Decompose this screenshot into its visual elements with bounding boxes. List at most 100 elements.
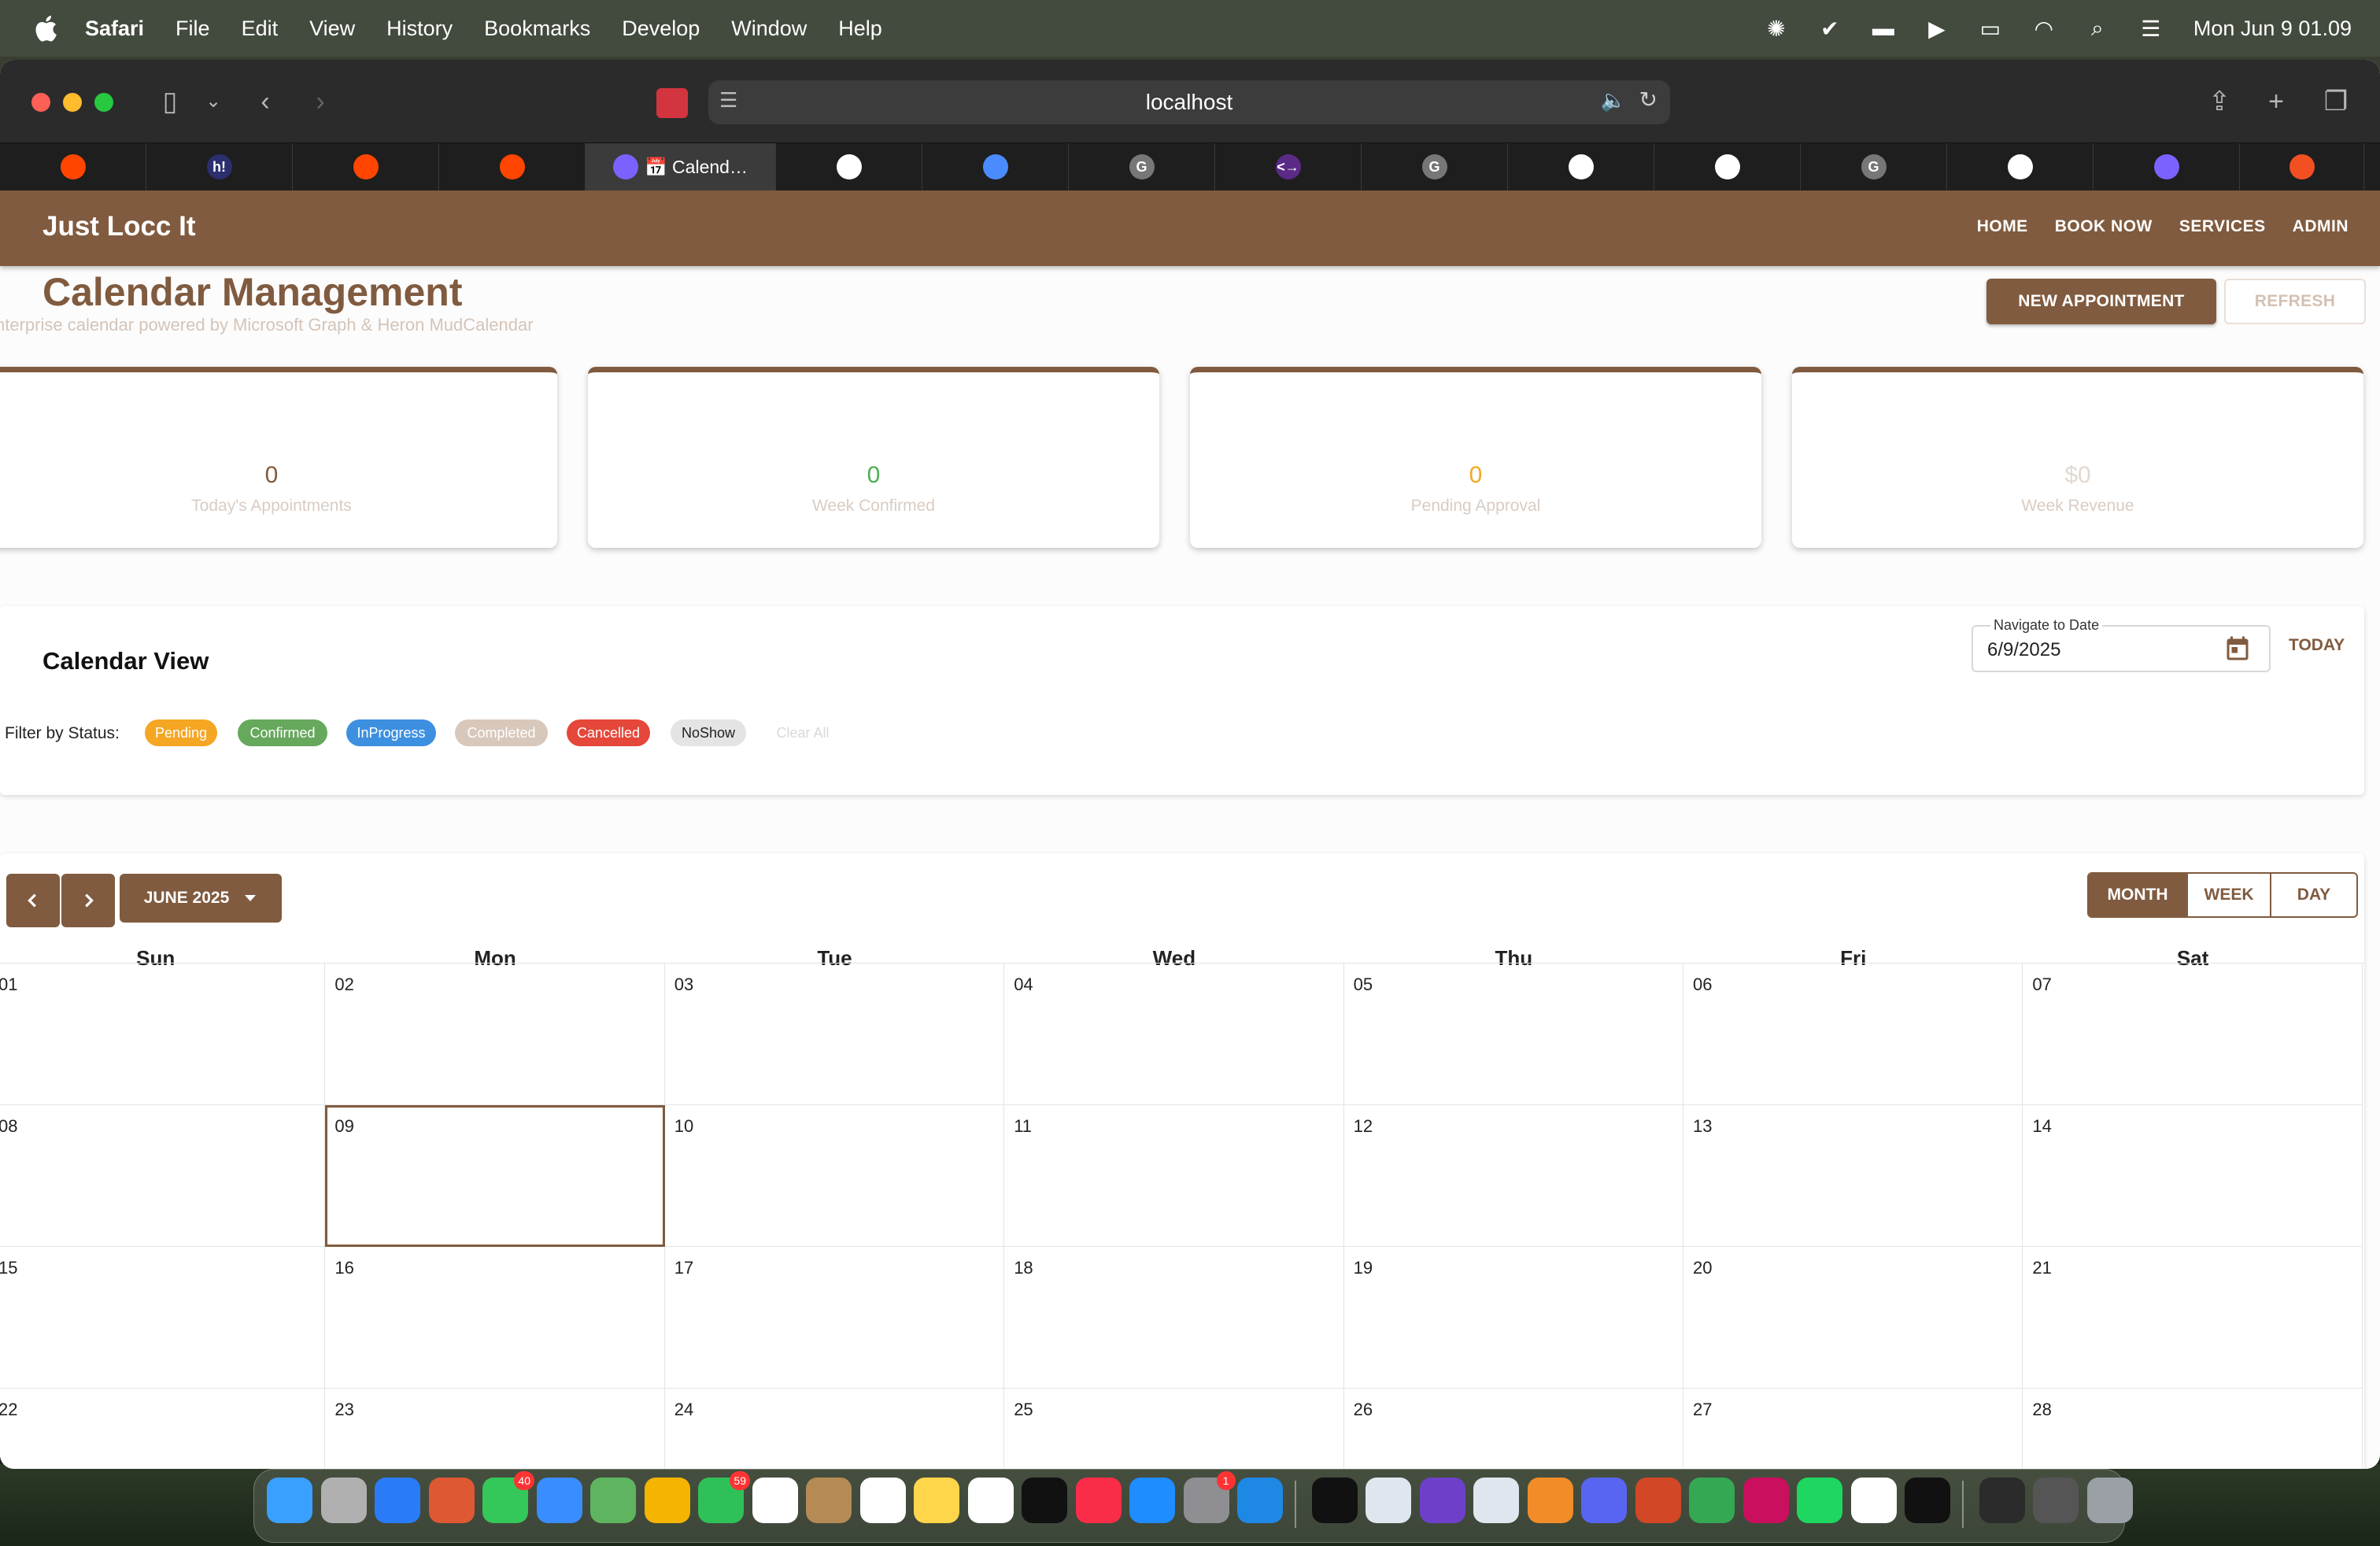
browser-tab[interactable]: G <box>1801 143 1947 190</box>
calendar-day[interactable]: 05 <box>1343 963 1683 1105</box>
notes-icon[interactable] <box>914 1478 959 1523</box>
view-week-button[interactable]: WEEK <box>2188 874 2271 916</box>
today-button[interactable]: TODAY <box>2289 636 2345 655</box>
control-center-icon[interactable]: ☰ <box>2137 14 2165 43</box>
calendar-day[interactable]: 06 <box>1683 963 2023 1105</box>
calendar-day[interactable]: 19 <box>1343 1247 1683 1389</box>
filter-chip-inprogress[interactable]: InProgress <box>346 719 436 746</box>
calendar-day[interactable]: 17 <box>664 1247 1005 1389</box>
calendar-day[interactable]: 14 <box>2023 1105 2363 1247</box>
calendar-day[interactable]: 22 <box>0 1389 326 1469</box>
contacts-icon[interactable] <box>806 1478 852 1523</box>
menu-develop[interactable]: Develop <box>606 17 715 41</box>
terminal-icon[interactable] <box>1311 1478 1358 1523</box>
browser-tab[interactable] <box>922 143 1069 190</box>
browser-tab[interactable] <box>1508 143 1654 190</box>
next-month-button[interactable] <box>61 874 115 927</box>
apple-logo-icon[interactable] <box>31 13 58 43</box>
bed-icon[interactable]: ▬ <box>1869 14 1898 43</box>
calendar-day[interactable]: 27 <box>1683 1389 2023 1469</box>
photos-icon[interactable] <box>644 1478 690 1523</box>
calendar-day[interactable]: 16 <box>325 1247 665 1389</box>
launchpad-icon[interactable] <box>320 1478 367 1523</box>
calendar-icon[interactable] <box>752 1478 798 1523</box>
document-icon[interactable] <box>1979 1478 2025 1523</box>
menu-app-name[interactable]: Safari <box>69 17 160 41</box>
nav-home[interactable]: HOME <box>1977 217 2028 236</box>
forward-icon[interactable]: › <box>309 86 332 117</box>
browser-tab[interactable] <box>1654 143 1801 190</box>
browser-tab[interactable]: G <box>1362 143 1508 190</box>
menu-window[interactable]: Window <box>715 17 822 41</box>
menu-edit[interactable]: Edit <box>226 17 294 41</box>
filter-chip-cancelled[interactable]: Cancelled <box>567 719 650 746</box>
speaker-icon[interactable]: 🔈 <box>1601 88 1626 113</box>
calendar-day[interactable]: 23 <box>325 1389 665 1469</box>
maps-icon[interactable] <box>590 1478 636 1523</box>
calendar-day[interactable]: 24 <box>665 1389 1005 1469</box>
checkmark-circle-icon[interactable]: ✔ <box>1816 14 1844 43</box>
filter-chip-noshow[interactable]: NoShow <box>671 719 746 746</box>
refresh-button[interactable]: REFRESH <box>2224 279 2366 324</box>
finder-icon[interactable] <box>267 1478 312 1523</box>
filter-chip-completed[interactable]: Completed <box>455 719 548 746</box>
browser-tab[interactable]: <→ <box>1215 143 1362 190</box>
chatgpt-icon[interactable]: ✺ <box>1762 14 1791 43</box>
chatgpt-icon[interactable] <box>1850 1478 1897 1523</box>
browser-tab[interactable] <box>2240 143 2364 190</box>
duckduckgo-icon[interactable] <box>428 1478 475 1523</box>
extension-icon[interactable] <box>656 88 688 118</box>
back-icon[interactable]: ‹ <box>253 86 277 117</box>
calendar-day[interactable]: 04 <box>1004 963 1344 1105</box>
calendar-day[interactable]: 11 <box>1004 1105 1344 1247</box>
wifi-icon[interactable]: ◠ <box>2030 14 2058 43</box>
calendar-day[interactable]: 15 <box>0 1247 326 1389</box>
filter-chip-confirmed[interactable]: Confirmed <box>238 719 327 746</box>
discord-icon[interactable] <box>1581 1478 1627 1523</box>
browser-tab[interactable] <box>1947 143 2094 190</box>
month-picker-button[interactable]: JUNE 2025 <box>120 874 282 923</box>
reload-icon[interactable]: ↻ <box>1639 87 1658 113</box>
nav-services[interactable]: SERVICES <box>2179 217 2266 236</box>
browser-tab[interactable] <box>776 143 922 190</box>
powerpoint-icon[interactable] <box>1635 1478 1681 1523</box>
navigate-date-field[interactable]: Navigate to Date 6/9/2025 <box>1972 617 2271 672</box>
browser-tab[interactable]: G <box>1069 143 1215 190</box>
new-appointment-button[interactable]: NEW APPOINTMENT <box>1986 279 2216 324</box>
rider-icon[interactable] <box>1743 1478 1789 1523</box>
menu-history[interactable]: History <box>371 17 468 41</box>
chevron-down-icon[interactable]: ⌄ <box>201 86 225 117</box>
trash-icon[interactable] <box>2086 1478 2133 1523</box>
safari-icon[interactable] <box>375 1478 420 1523</box>
github-desktop-icon[interactable] <box>1419 1478 1465 1523</box>
new-tab-icon[interactable]: + <box>2260 86 2292 117</box>
browser-tab[interactable]: 📅 Calend… <box>586 143 776 190</box>
browser-tab[interactable] <box>2094 143 2240 190</box>
battery-icon[interactable]: ▭ <box>1976 14 2005 43</box>
spotify-icon[interactable] <box>1797 1478 1842 1523</box>
close-window-button[interactable] <box>31 93 50 112</box>
address-bar[interactable]: ☰ localhost 🔈 ↻ <box>708 80 1670 124</box>
keychain-icon[interactable] <box>1366 1478 1411 1523</box>
calendar-day[interactable]: 20 <box>1683 1247 2023 1389</box>
freeform-icon[interactable] <box>967 1478 1014 1523</box>
sourcetree-icon[interactable] <box>1527 1478 1573 1523</box>
calendar-day[interactable]: 13 <box>1683 1105 2023 1247</box>
calendar-day-today[interactable]: 09 <box>325 1105 665 1247</box>
page-menu-icon[interactable]: ☰ <box>719 88 737 113</box>
search-icon[interactable]: ⌕ <box>2083 14 2112 43</box>
view-month-button[interactable]: MONTH <box>2089 874 2188 916</box>
calendar-icon[interactable] <box>2223 634 2252 664</box>
clock[interactable]: Mon Jun 9 01.09 <box>2178 17 2380 41</box>
menu-view[interactable]: View <box>294 17 371 41</box>
calendar-day[interactable]: 02 <box>325 963 665 1105</box>
chrome-icon[interactable] <box>1689 1478 1735 1523</box>
cursor-icon[interactable] <box>1905 1478 1950 1523</box>
play-circle-icon[interactable]: ▶ <box>1923 14 1951 43</box>
mail-icon[interactable] <box>536 1478 582 1523</box>
calendar-day[interactable]: 18 <box>1004 1247 1344 1389</box>
reminders-icon[interactable] <box>859 1478 906 1523</box>
calendar-day[interactable]: 26 <box>1344 1389 1683 1469</box>
browser-tab[interactable] <box>293 143 439 190</box>
menu-bookmarks[interactable]: Bookmarks <box>468 17 606 41</box>
